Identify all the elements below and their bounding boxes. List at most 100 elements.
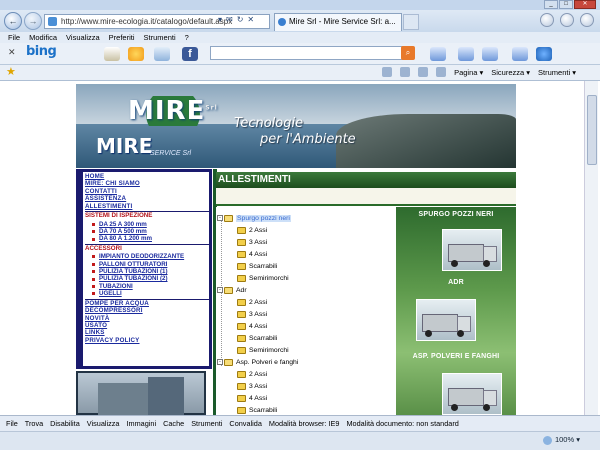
- cloud-icon[interactable]: [154, 47, 170, 61]
- folder-icon: [237, 238, 246, 246]
- dev-document-mode[interactable]: Modalità documento: non standard: [346, 416, 458, 431]
- minimize-button[interactable]: _: [544, 0, 558, 9]
- nav-novita[interactable]: NOVITÀ: [85, 315, 209, 322]
- tree-leaf[interactable]: Semirimorchi: [237, 345, 289, 355]
- dev-strumenti[interactable]: Strumenti: [191, 416, 222, 431]
- collapse-icon[interactable]: -: [217, 359, 223, 365]
- cmd-home-icon[interactable]: [382, 67, 393, 77]
- cmd-feed-icon[interactable]: [400, 67, 411, 77]
- translate-icon[interactable]: [482, 47, 498, 61]
- truck-photo-spurgo[interactable]: [442, 229, 502, 271]
- maximize-button[interactable]: □: [559, 0, 573, 9]
- tree-leaf[interactable]: 2 Assi: [237, 225, 267, 235]
- tree-leaf[interactable]: Scarrabili: [237, 333, 277, 343]
- nav-ispezione-3[interactable]: DA 80 A 1.200 mm: [85, 235, 209, 242]
- nav-accessori-1[interactable]: IMPIANTO DEODORIZZANTE: [85, 253, 209, 260]
- truck-photo-polveri[interactable]: [442, 373, 502, 415]
- truck-photo-adr[interactable]: [416, 299, 476, 341]
- tree-leaf[interactable]: Scarrabili: [237, 405, 277, 415]
- zoom-control[interactable]: 100% ▾: [542, 434, 580, 446]
- nav-contatti[interactable]: CONTATTI: [85, 188, 209, 195]
- tree-leaf[interactable]: 2 Assi: [237, 369, 267, 379]
- address-dropdown-icon[interactable]: ▾: [218, 15, 222, 24]
- weather-icon[interactable]: [128, 47, 144, 61]
- gear-icon[interactable]: [580, 13, 594, 27]
- cmd-strumenti[interactable]: Strumenti ▾: [538, 67, 576, 78]
- compat-icon[interactable]: ✉: [226, 15, 233, 24]
- dev-browser-mode[interactable]: Modalità browser: IE9: [269, 416, 340, 431]
- search-input[interactable]: [210, 46, 406, 60]
- nav-accessori-4[interactable]: PULIZIA TUBAZIONI (2): [85, 275, 209, 282]
- back-button[interactable]: ←: [4, 12, 22, 30]
- nav-pompe[interactable]: POMPE PER ACQUA: [85, 300, 209, 307]
- forward-button[interactable]: →: [24, 12, 42, 30]
- dev-cache[interactable]: Cache: [163, 416, 184, 431]
- cmd-mail-icon[interactable]: [418, 67, 429, 77]
- photos-icon[interactable]: [512, 47, 528, 61]
- collapse-icon[interactable]: -: [217, 287, 223, 293]
- nav-accessori-2[interactable]: PALLONI OTTURATORI: [85, 261, 209, 268]
- nav-decompressori[interactable]: DECOMPRESSORI: [85, 307, 209, 314]
- cmd-pagina[interactable]: Pagina ▾: [454, 67, 483, 78]
- notes-icon[interactable]: [458, 47, 474, 61]
- nav-assistenza[interactable]: ASSISTENZA: [85, 195, 209, 202]
- tree-leaf[interactable]: 3 Assi: [237, 381, 267, 391]
- menu-file[interactable]: File: [8, 32, 20, 43]
- ie-icon[interactable]: [536, 47, 552, 61]
- menu-visualizza[interactable]: Visualizza: [66, 32, 100, 43]
- stop-icon[interactable]: ✕: [247, 15, 254, 24]
- search-icon[interactable]: ⌕: [401, 46, 415, 60]
- new-tab-button[interactable]: [403, 14, 419, 30]
- dev-immagini[interactable]: Immagini: [126, 416, 156, 431]
- nav-privacy[interactable]: PRIVACY POLICY: [85, 337, 209, 344]
- developer-toolbar: File Trova Disabilita Visualizza Immagin…: [0, 415, 600, 431]
- tree-leaf[interactable]: 3 Assi: [237, 309, 267, 319]
- nav-ispezione-1[interactable]: DA 25 A 300 mm: [85, 221, 209, 228]
- tree-leaf[interactable]: 4 Assi: [237, 249, 267, 259]
- tree-node-polveri[interactable]: - Asp. Polveri e fanghi: [217, 357, 298, 367]
- favorites-star-icon[interactable]: [560, 13, 574, 27]
- maps-icon[interactable]: [104, 47, 120, 61]
- menu-strumenti[interactable]: Strumenti: [144, 32, 176, 43]
- nav-allestimenti[interactable]: ALLESTIMENTI: [85, 203, 209, 210]
- category-title-adr: ADR: [448, 279, 464, 286]
- tab-active[interactable]: Mire Srl - Mire Service Srl: a...: [274, 13, 402, 31]
- collapse-icon[interactable]: -: [217, 215, 223, 221]
- cmd-sicurezza[interactable]: Sicurezza ▾: [491, 67, 530, 78]
- nav-accessori-5[interactable]: TUBAZIONI: [85, 283, 209, 290]
- tree-leaf[interactable]: Scarrabili: [237, 261, 277, 271]
- tree-leaf[interactable]: 3 Assi: [237, 237, 267, 247]
- close-toolbar-icon[interactable]: ✕: [8, 47, 16, 58]
- nav-home[interactable]: HOME: [85, 173, 209, 180]
- nav-links[interactable]: LINKS: [85, 329, 209, 336]
- nav-accessori-6[interactable]: UGELLI: [85, 290, 209, 297]
- dev-convalida[interactable]: Convalida: [229, 416, 261, 431]
- menu-preferiti[interactable]: Preferiti: [109, 32, 135, 43]
- tree-node-adr[interactable]: - Adr: [217, 285, 247, 295]
- menu-modifica[interactable]: Modifica: [29, 32, 57, 43]
- vertical-scrollbar[interactable]: [584, 81, 598, 415]
- cmd-print-icon[interactable]: [436, 67, 447, 77]
- tree-leaf[interactable]: 4 Assi: [237, 321, 267, 331]
- scrollbar-thumb[interactable]: [587, 95, 597, 165]
- nav-chi-siamo[interactable]: MIRE: CHI SIAMO: [85, 180, 209, 187]
- close-window-button[interactable]: ✕: [574, 0, 596, 9]
- tree-label: Scarrabili: [249, 334, 278, 342]
- nav-usato[interactable]: USATO: [85, 322, 209, 329]
- like-icon[interactable]: [430, 47, 446, 61]
- home-icon[interactable]: [540, 13, 554, 27]
- tree-leaf[interactable]: Semirimorchi: [237, 273, 289, 283]
- dev-trova[interactable]: Trova: [25, 416, 43, 431]
- nav-accessori-3[interactable]: PULIZIA TUBAZIONI (1): [85, 268, 209, 275]
- refresh-icon[interactable]: ↻: [237, 15, 244, 24]
- tree-leaf[interactable]: 4 Assi: [237, 393, 267, 403]
- dev-file[interactable]: File: [6, 416, 18, 431]
- dev-disabilita[interactable]: Disabilita: [50, 416, 80, 431]
- nav-ispezione-2[interactable]: DA 70 A 500 mm: [85, 228, 209, 235]
- tree-node-spurgo[interactable]: - Spurgo pozzi neri: [217, 213, 291, 223]
- tree-leaf[interactable]: 2 Assi: [237, 297, 267, 307]
- facebook-icon[interactable]: f: [182, 47, 198, 61]
- favorites-bar-star-icon[interactable]: ★: [6, 67, 17, 78]
- dev-visualizza[interactable]: Visualizza: [87, 416, 120, 431]
- menu-help[interactable]: ?: [185, 32, 189, 43]
